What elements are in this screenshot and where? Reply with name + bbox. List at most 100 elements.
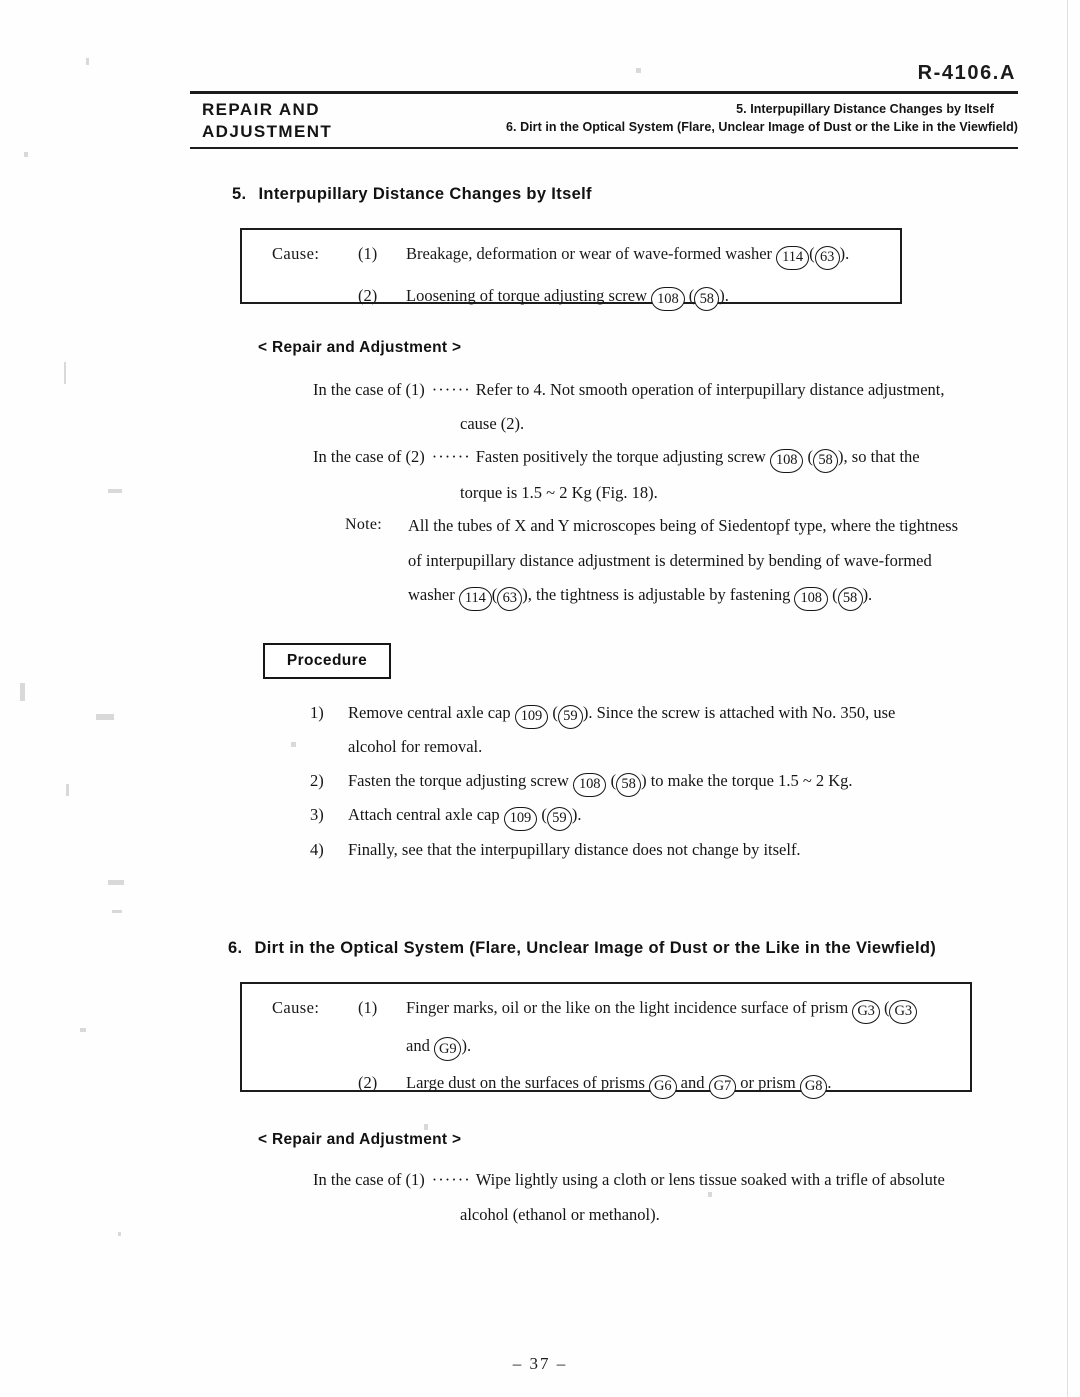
cause-text: Breakage, deformation or wear of wave-fo… bbox=[406, 244, 900, 270]
cause-text-main: Loosening of torque adjusting screw bbox=[406, 285, 648, 305]
cause-row: (2) Large dust on the surfaces of prisms… bbox=[242, 1061, 970, 1099]
part-number-58: 58 bbox=[694, 287, 720, 311]
document-page: R-4106.A REPAIR AND ADJUSTMENT 5. Interp… bbox=[0, 0, 1080, 1397]
step-text: Remove central axle cap bbox=[348, 703, 511, 722]
header-manual-title: REPAIR AND ADJUSTMENT bbox=[202, 99, 332, 143]
cause-text-main: Breakage, deformation or wear of wave-fo… bbox=[406, 244, 773, 263]
section-5-title: Interpupillary Distance Changes by Itsel… bbox=[258, 185, 592, 203]
header-manual-title-line2: ADJUSTMENT bbox=[202, 121, 333, 141]
header-section-list: 5. Interpupillary Distance Changes by It… bbox=[506, 99, 1018, 136]
cause-period: . bbox=[827, 1073, 832, 1092]
cause-text-and: and bbox=[680, 1073, 705, 1092]
part-number-108: 108 bbox=[794, 586, 828, 611]
part-number-59: 59 bbox=[546, 806, 572, 831]
header-manual-title-line1: REPAIR AND bbox=[202, 100, 320, 119]
cause-label: Cause: bbox=[272, 244, 320, 263]
cause-text-main: Finger marks, oil or the like on the lig… bbox=[406, 998, 849, 1017]
section-5-cause-box: Cause: (1) Breakage, deformation or wear… bbox=[240, 228, 902, 311]
paren-close-period: ). bbox=[461, 1035, 472, 1055]
cause-row: Cause: (1) Breakage, deformation or wear… bbox=[242, 230, 900, 270]
scan-speck bbox=[118, 1232, 121, 1236]
part-ref-group: 114(63). bbox=[776, 244, 850, 270]
procedure-step-3: 3) Attach central axle cap 109 (59). bbox=[310, 805, 581, 831]
section-5-repair-heading: < Repair and Adjustment > bbox=[258, 339, 462, 356]
part-number-58: 58 bbox=[616, 772, 642, 797]
part-number-58: 58 bbox=[813, 448, 839, 473]
header-section-line1: 5. Interpupillary Distance Changes by It… bbox=[736, 102, 994, 116]
note-line3-a: washer bbox=[408, 585, 455, 604]
part-ref-group: 108 (58). bbox=[651, 285, 729, 311]
case-lead: In the case of (1) bbox=[313, 1170, 425, 1189]
step-number: 2) bbox=[310, 771, 324, 790]
scan-speck bbox=[708, 1192, 712, 1197]
procedure-step-1-line2: alcohol for removal. bbox=[348, 737, 483, 756]
scan-speck bbox=[424, 1124, 428, 1130]
note-line1: All the tubes of X and Y microscopes bei… bbox=[408, 516, 959, 535]
part-number-109: 109 bbox=[514, 704, 549, 729]
cause-text: Large dust on the surfaces of prisms G6 … bbox=[406, 1073, 970, 1099]
section-6-cause-box: Cause: (1) Finger marks, oil or the like… bbox=[240, 982, 972, 1099]
note-label: Note: bbox=[345, 516, 383, 533]
section-5-heading: 5. Interpupillary Distance Changes by Its… bbox=[232, 185, 592, 204]
scan-speck bbox=[24, 152, 28, 157]
cause-row: (2) Loosening of torque adjusting screw … bbox=[242, 270, 900, 311]
cause-index: (1) bbox=[358, 998, 378, 1017]
scan-speck bbox=[96, 714, 114, 720]
case-body: Wipe lightly using a cloth or lens tissu… bbox=[475, 1170, 945, 1189]
scan-speck bbox=[20, 683, 25, 701]
procedure-box: Procedure bbox=[263, 643, 391, 679]
step-text-tail: ). Since the screw is attached with No. … bbox=[582, 703, 896, 722]
section-5-case2-line2: torque is 1.5 ~ 2 Kg (Fig. 18). bbox=[460, 483, 658, 502]
scan-speck bbox=[66, 784, 69, 796]
paren-close-period: ). bbox=[719, 285, 729, 305]
cause-row-continuation: and G9). bbox=[242, 1024, 970, 1061]
section-6-repair-heading: < Repair and Adjustment > bbox=[258, 1131, 462, 1148]
part-number-109: 109 bbox=[503, 806, 538, 831]
cause-label: Cause: bbox=[272, 998, 320, 1017]
part-number-63: 63 bbox=[814, 245, 840, 270]
note-line2: of interpupillary distance adjustment is… bbox=[408, 551, 932, 570]
section-5-number: 5. bbox=[232, 185, 247, 203]
case-dots: ······ bbox=[431, 380, 471, 399]
cause-text: Finger marks, oil or the like on the lig… bbox=[406, 998, 970, 1024]
step-text-tail: ) to make the torque 1.5 ~ 2 Kg. bbox=[641, 771, 853, 790]
cause-text: and G9). bbox=[406, 1035, 970, 1061]
step-text: Finally, see that the interpupillary dis… bbox=[348, 840, 801, 859]
part-number-108: 108 bbox=[769, 448, 804, 473]
note-line3: washer 114 (63), the tightness is adjusta… bbox=[408, 585, 872, 611]
part-number-g8: G8 bbox=[799, 1074, 828, 1099]
part-number-63: 63 bbox=[497, 586, 523, 611]
cause-text-and: and bbox=[406, 1035, 430, 1055]
procedure-step-1-line1: 1) Remove central axle cap 109 (59). Sinc… bbox=[310, 703, 895, 729]
step-number: 1) bbox=[310, 703, 324, 722]
cause-text: Loosening of torque adjusting screw 108 … bbox=[406, 285, 900, 311]
case-body: Refer to 4. Not smooth operation of inte… bbox=[475, 380, 945, 399]
scan-speck bbox=[80, 1028, 86, 1032]
paren-open: ( bbox=[809, 244, 815, 263]
cause-row: Cause: (1) Finger marks, oil or the like… bbox=[242, 984, 970, 1024]
section-6-number: 6. bbox=[228, 939, 243, 957]
part-number-114: 114 bbox=[458, 586, 492, 611]
part-number-114: 114 bbox=[776, 245, 810, 270]
cause-text-or: or prism bbox=[740, 1073, 796, 1092]
scan-speck bbox=[291, 742, 296, 747]
section-5-case2-line1: In the case of (2) ······ Fasten positivel… bbox=[313, 447, 920, 473]
section-6-case1-line2: alcohol (ethanol or methanol). bbox=[460, 1205, 660, 1224]
paren-close-period: ). bbox=[839, 244, 850, 263]
section-5-case1-line1: In the case of (1) ······ Refer to 4. Not … bbox=[313, 380, 945, 400]
scan-speck bbox=[86, 58, 89, 65]
case-body: Fasten positively the torque adjusting s… bbox=[475, 447, 766, 466]
case-lead: In the case of (2) bbox=[313, 447, 425, 466]
scan-edge-artifact bbox=[1067, 0, 1068, 1397]
part-number-g9: G9 bbox=[433, 1037, 462, 1061]
note-line3-c: ). bbox=[862, 585, 873, 604]
case-dots: ······ bbox=[431, 447, 471, 466]
step-number: 3) bbox=[310, 805, 324, 824]
part-number-58: 58 bbox=[837, 586, 863, 611]
scan-speck bbox=[108, 880, 124, 885]
procedure-step-2: 2) Fasten the torque adjusting screw 108 … bbox=[310, 771, 853, 797]
part-number-g6: G6 bbox=[649, 1074, 677, 1099]
cause-index: (2) bbox=[358, 1073, 378, 1092]
part-number-108: 108 bbox=[651, 287, 685, 311]
step-text: Fasten the torque adjusting screw bbox=[348, 771, 569, 790]
